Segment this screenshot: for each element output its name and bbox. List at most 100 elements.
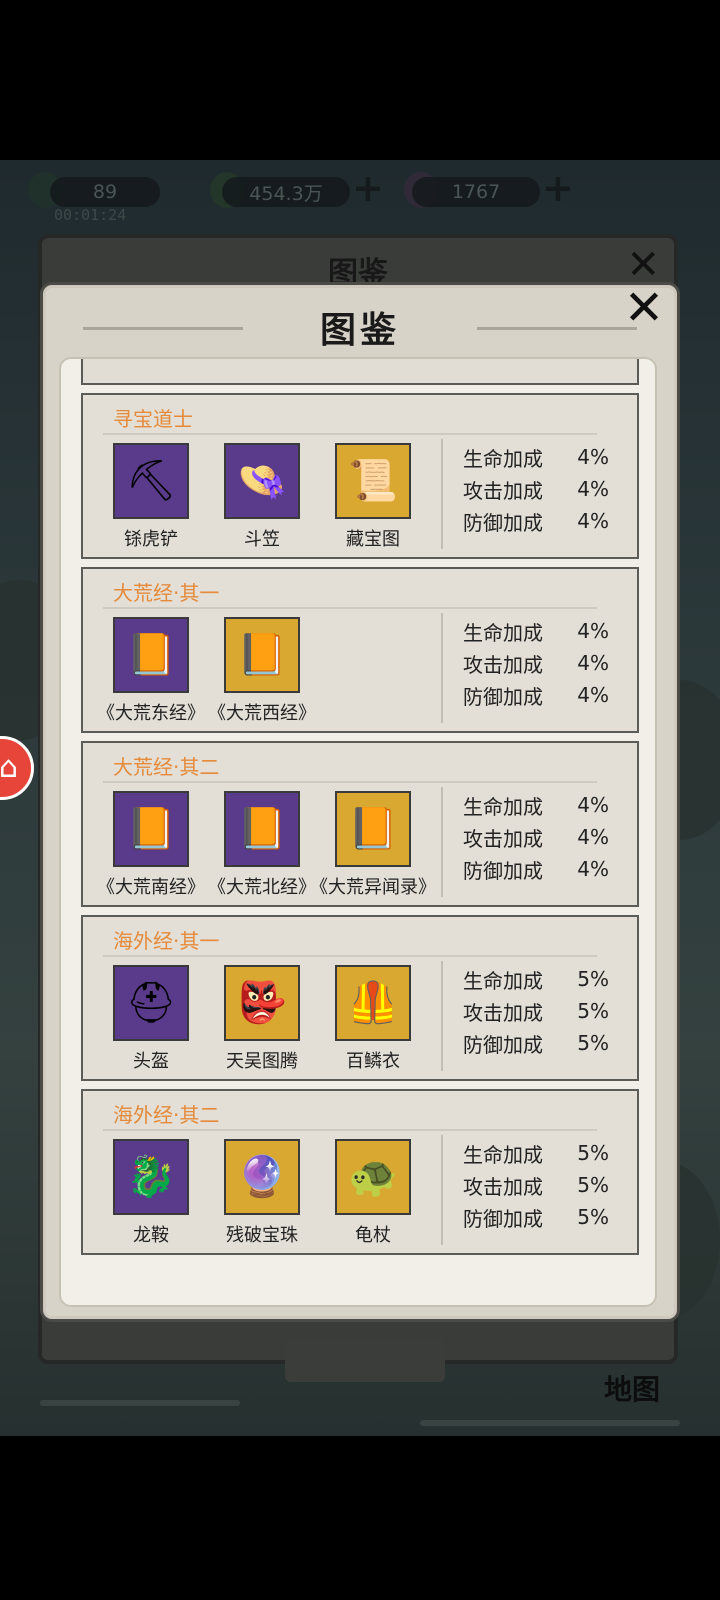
straw-hat-icon: 👒	[224, 443, 300, 519]
currency-counter: 454.3万	[222, 177, 350, 207]
close-button[interactable]: ✕	[617, 281, 671, 335]
set-divider	[103, 433, 597, 435]
bonus-row: 攻击加成 4%	[463, 473, 633, 505]
bonus-label: 攻击加成	[463, 826, 543, 851]
section-partial	[81, 359, 639, 385]
turtle-staff-icon: 🐢	[335, 1139, 411, 1215]
bonus-value: 5%	[577, 967, 609, 991]
set-divider	[103, 781, 597, 783]
pickaxe-icon: ⛏	[113, 443, 189, 519]
timer: 00:01:24	[54, 206, 127, 224]
bonus-value: 5%	[577, 1031, 609, 1055]
bonus-label: 防御加成	[463, 1206, 543, 1231]
bonus-row: 攻击加成 5%	[463, 1169, 633, 1201]
book-icon: 📙	[335, 791, 411, 867]
bonus-label: 攻击加成	[463, 652, 543, 677]
bonus-row: 攻击加成 5%	[463, 995, 633, 1027]
bonus-row: 防御加成 5%	[463, 1201, 633, 1233]
home-icon: ⌂	[0, 750, 19, 785]
bonus-value: 4%	[577, 683, 609, 707]
bonus-label: 生命加成	[463, 446, 543, 471]
bonus-label: 防御加成	[463, 1032, 543, 1057]
set-items: ⛑ 头盔 👺 天吴图腾 🦺 百鳞衣	[83, 965, 453, 1075]
bonus-value: 5%	[577, 999, 609, 1023]
gem-counter: 1767	[412, 177, 540, 207]
book-icon: 📙	[113, 791, 189, 867]
set-items: 📙 《大荒东经》 📙 《大荒西经》	[83, 617, 453, 727]
bonus-value: 5%	[577, 1205, 609, 1229]
bonus-label: 攻击加成	[463, 1000, 543, 1025]
bonus-label: 生命加成	[463, 1142, 543, 1167]
bonus-row: 生命加成 4%	[463, 441, 633, 473]
collection-set: 大荒经·其二 📙 《大荒南经》 📙 《大荒北经》 📙 《大荒异闻录》 生命加成 4% 攻击加成 4%…	[81, 741, 639, 907]
vertical-divider	[441, 961, 443, 1071]
bonus-value: 4%	[577, 509, 609, 533]
item-name: 百鳞衣	[346, 1051, 400, 1072]
map-button[interactable]: 地图	[604, 1368, 660, 1408]
treasure-map-icon: 📜	[335, 443, 411, 519]
set-items: ⛏ 铩虎铲 👒 斗笠 📜 藏宝图	[83, 443, 453, 553]
set-divider	[103, 1129, 597, 1131]
bonus-row: 生命加成 4%	[463, 789, 633, 821]
bonus-row: 生命加成 5%	[463, 963, 633, 995]
bonus-row: 防御加成 4%	[463, 505, 633, 537]
set-divider	[103, 955, 597, 957]
collection-dialog: 图鉴 ✕ 寻宝道士 ⛏ 铩虎铲 👒 斗笠 📜 藏宝图 生命加成 4% 攻击加成 4% 防御加成 4% 大荒…	[40, 281, 680, 1322]
bonus-row: 生命加成 4%	[463, 615, 633, 647]
set-items: 🐉 龙鞍 🔮 残破宝珠 🐢 龟杖	[83, 1139, 453, 1249]
set-bonuses: 生命加成 4% 攻击加成 4% 防御加成 4%	[463, 441, 633, 537]
orb-icon: 🔮	[224, 1139, 300, 1215]
bonus-value: 4%	[577, 857, 609, 881]
set-bonuses: 生命加成 5% 攻击加成 5% 防御加成 5%	[463, 963, 633, 1059]
set-title: 海外经·其二	[113, 1103, 220, 1127]
bonus-row: 攻击加成 4%	[463, 647, 633, 679]
bonus-value: 4%	[577, 477, 609, 501]
mask-icon: 👺	[224, 965, 300, 1041]
add-currency-button[interactable]: +	[352, 169, 384, 207]
collection-set: 大荒经·其一 📙 《大荒东经》 📙 《大荒西经》 生命加成 4% 攻击加成 4% 防御加成 4%	[81, 567, 639, 733]
bonus-row: 防御加成 5%	[463, 1027, 633, 1059]
bonus-label: 防御加成	[463, 684, 543, 709]
set-title: 大荒经·其二	[113, 755, 220, 779]
armor-icon: 🦺	[335, 965, 411, 1041]
saddle-icon: 🐉	[113, 1139, 189, 1215]
item-name: 龟杖	[355, 1225, 391, 1246]
stamina-value: 89	[92, 181, 118, 203]
bonus-value: 4%	[577, 445, 609, 469]
vertical-divider	[441, 1135, 443, 1245]
background-path	[420, 1420, 680, 1426]
bonus-value: 4%	[577, 651, 609, 675]
collection-list[interactable]: 寻宝道士 ⛏ 铩虎铲 👒 斗笠 📜 藏宝图 生命加成 4% 攻击加成 4% 防御加成 4% 大荒经·其一 📙…	[59, 357, 657, 1307]
set-bonuses: 生命加成 4% 攻击加成 4% 防御加成 4%	[463, 789, 633, 885]
gem-value: 1767	[451, 181, 501, 203]
collection-set: 寻宝道士 ⛏ 铩虎铲 👒 斗笠 📜 藏宝图 生命加成 4% 攻击加成 4% 防御加成 4%	[81, 393, 639, 559]
bonus-value: 4%	[577, 793, 609, 817]
set-title: 大荒经·其一	[113, 581, 220, 605]
add-gems-button[interactable]: +	[542, 169, 574, 207]
helmet-icon: ⛑	[113, 965, 189, 1041]
title-divider	[477, 327, 637, 330]
bonus-value: 5%	[577, 1141, 609, 1165]
bonus-value: 4%	[577, 825, 609, 849]
bonus-label: 防御加成	[463, 858, 543, 883]
bonus-label: 攻击加成	[463, 478, 543, 503]
bonus-label: 攻击加成	[463, 1174, 543, 1199]
set-title: 寻宝道士	[113, 407, 193, 431]
bonus-label: 生命加成	[463, 620, 543, 645]
vertical-divider	[441, 787, 443, 897]
bonus-row: 防御加成 4%	[463, 853, 633, 885]
bonus-value: 5%	[577, 1173, 609, 1197]
book-icon: 📙	[113, 617, 189, 693]
book-icon: 📙	[224, 617, 300, 693]
background-button	[285, 1338, 445, 1382]
bonus-row: 攻击加成 4%	[463, 821, 633, 853]
set-divider	[103, 607, 597, 609]
book-icon: 📙	[224, 791, 300, 867]
currency-value: 454.3万	[249, 182, 323, 205]
collection-set: 海外经·其一 ⛑ 头盔 👺 天吴图腾 🦺 百鳞衣 生命加成 5% 攻击加成 5% 防御加成 5%	[81, 915, 639, 1081]
vertical-divider	[441, 439, 443, 549]
bonus-row: 防御加成 4%	[463, 679, 633, 711]
set-bonuses: 生命加成 5% 攻击加成 5% 防御加成 5%	[463, 1137, 633, 1233]
background-path	[40, 1400, 240, 1406]
set-bonuses: 生命加成 4% 攻击加成 4% 防御加成 4%	[463, 615, 633, 711]
